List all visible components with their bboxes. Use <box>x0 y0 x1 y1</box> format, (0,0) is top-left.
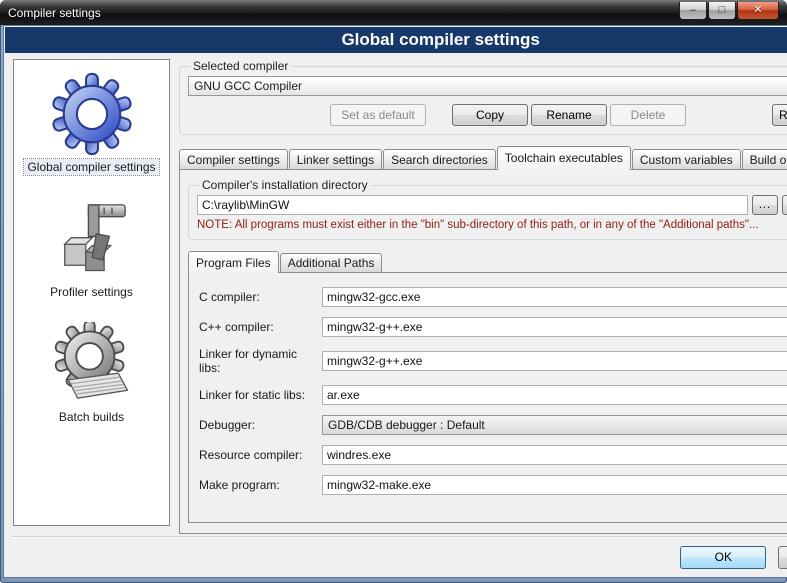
make-program-input[interactable] <box>322 475 787 495</box>
installation-directory-legend: Compiler's installation directory <box>199 178 371 192</box>
c-compiler-input[interactable] <box>322 317 787 337</box>
sidebar-item-profiler-settings[interactable]: Profiler settings <box>47 197 136 300</box>
delete-button: Delete <box>610 104 686 126</box>
field-row-debugger: Debugger: GDB/CDB debugger : Default▼ <box>199 415 787 435</box>
field-row-linker-for-dynamic-libs: Linker for dynamic libs:... <box>199 347 787 375</box>
main-panel: Selected compiler GNU GCC Compiler ▼ Set… <box>179 59 787 534</box>
set-as-default-button: Set as default <box>330 104 426 126</box>
field-row-c-compiler: C++ compiler:... <box>199 317 787 337</box>
dialog-content: Global compiler settings Profiler settin… <box>4 53 787 534</box>
programs-subtabs: Program FilesAdditional Paths <box>188 250 787 272</box>
tab-build-options[interactable]: Build options <box>742 149 787 169</box>
linker-for-dynamic-libs-label: Linker for dynamic libs: <box>199 347 317 375</box>
debugger-select[interactable]: GDB/CDB debugger : Default▼ <box>322 415 787 435</box>
installation-path-row: ... Auto-detect <box>197 195 787 215</box>
close-icon: ✕ <box>753 5 762 16</box>
sidebar-item-batch-builds[interactable]: Batch builds <box>50 322 134 425</box>
window-frame: Global compiler settings Global compiler… <box>0 25 787 583</box>
settings-tabstrip: Compiler settingsLinker settingsSearch d… <box>179 145 787 169</box>
field-row-c-compiler: C compiler:... <box>199 287 787 307</box>
footer: OK Cancel <box>4 537 787 577</box>
toolchain-executables-page: Compiler's installation directory ... Au… <box>179 169 787 534</box>
programs-notebook: Program FilesAdditional Paths C compiler… <box>188 250 787 523</box>
sidebar-item-label: Global compiler settings <box>24 159 158 175</box>
copy-button[interactable]: Copy <box>452 104 528 126</box>
settings-category-list: Global compiler settings Profiler settin… <box>13 59 170 526</box>
c-compiler-input[interactable] <box>322 287 787 307</box>
field-row-linker-for-static-libs: Linker for static libs:... <box>199 385 787 405</box>
linker-for-static-libs-input[interactable] <box>322 385 787 405</box>
linker-for-static-libs-label: Linker for static libs: <box>199 388 317 402</box>
tab-compiler-settings[interactable]: Compiler settings <box>179 149 288 169</box>
browse-path-button[interactable]: ... <box>752 195 778 215</box>
tab-toolchain-executables[interactable]: Toolchain executables <box>497 146 631 170</box>
tab-custom-variables[interactable]: Custom variables <box>632 149 741 169</box>
dialog-client-area: Global compiler settings Global compiler… <box>3 25 787 578</box>
field-row-resource-compiler: Resource compiler:... <box>199 445 787 465</box>
caliper-icon <box>49 197 133 281</box>
blue-gear-icon <box>50 72 134 156</box>
program-files-page: C compiler:... C++ compiler:... Linker for… <box>188 272 787 523</box>
subtab-program-files[interactable]: Program Files <box>188 251 279 273</box>
compiler-select[interactable]: GNU GCC Compiler ▼ <box>188 76 787 96</box>
installation-path-input[interactable] <box>197 195 748 215</box>
compiler-settings-dialog: Compiler settings – □ ✕ Global compiler se… <box>0 0 787 583</box>
resource-compiler-input[interactable] <box>322 445 787 465</box>
cancel-button[interactable]: Cancel <box>778 546 787 569</box>
installation-directory-group: Compiler's installation directory ... Au… <box>188 178 787 240</box>
tab-search-directories[interactable]: Search directories <box>383 149 496 169</box>
sidebar-item-global-compiler-settings[interactable]: Global compiler settings <box>24 72 158 175</box>
selected-compiler-legend: Selected compiler <box>190 59 291 73</box>
make-program-label: Make program: <box>199 478 317 492</box>
compiler-buttons-row: Set as default CopyRenameDelete Reset defa… <box>188 104 787 126</box>
subtab-additional-paths[interactable]: Additional Paths <box>280 253 383 272</box>
sidebar-item-label: Batch builds <box>56 409 127 425</box>
resource-compiler-label: Resource compiler: <box>199 448 317 462</box>
rename-button[interactable]: Rename <box>531 104 607 126</box>
tab-linker-settings[interactable]: Linker settings <box>289 149 382 169</box>
minimize-icon: – <box>690 5 696 16</box>
maximize-icon: □ <box>719 5 726 16</box>
field-row-make-program: Make program:... <box>199 475 787 495</box>
selected-compiler-group: Selected compiler GNU GCC Compiler ▼ Set… <box>179 59 787 135</box>
gear-stack-icon <box>50 322 134 406</box>
ok-button[interactable]: OK <box>680 546 766 569</box>
reset-defaults-button[interactable]: Reset defaults <box>772 104 787 126</box>
auto-detect-button[interactable]: Auto-detect <box>782 195 787 215</box>
bin-subdirectory-note: NOTE: All programs must exist either in … <box>197 219 787 231</box>
close-button[interactable]: ✕ <box>737 2 779 20</box>
linker-for-dynamic-libs-input[interactable] <box>322 351 787 371</box>
page-title: Global compiler settings <box>5 27 787 53</box>
debugger-label: Debugger: <box>199 418 317 432</box>
titlebar[interactable]: Compiler settings – □ ✕ <box>0 0 787 25</box>
minimize-button[interactable]: – <box>679 2 707 20</box>
maximize-button[interactable]: □ <box>708 2 736 20</box>
window-title: Compiler settings <box>8 6 101 20</box>
c-compiler-label: C compiler: <box>199 290 317 304</box>
c-compiler-label: C++ compiler: <box>199 320 317 334</box>
compiler-select-value: GNU GCC Compiler <box>194 79 302 93</box>
debugger-select-value: GDB/CDB debugger : Default <box>328 418 485 432</box>
sidebar-item-label: Profiler settings <box>47 284 136 300</box>
window-controls: – □ ✕ <box>679 2 779 20</box>
